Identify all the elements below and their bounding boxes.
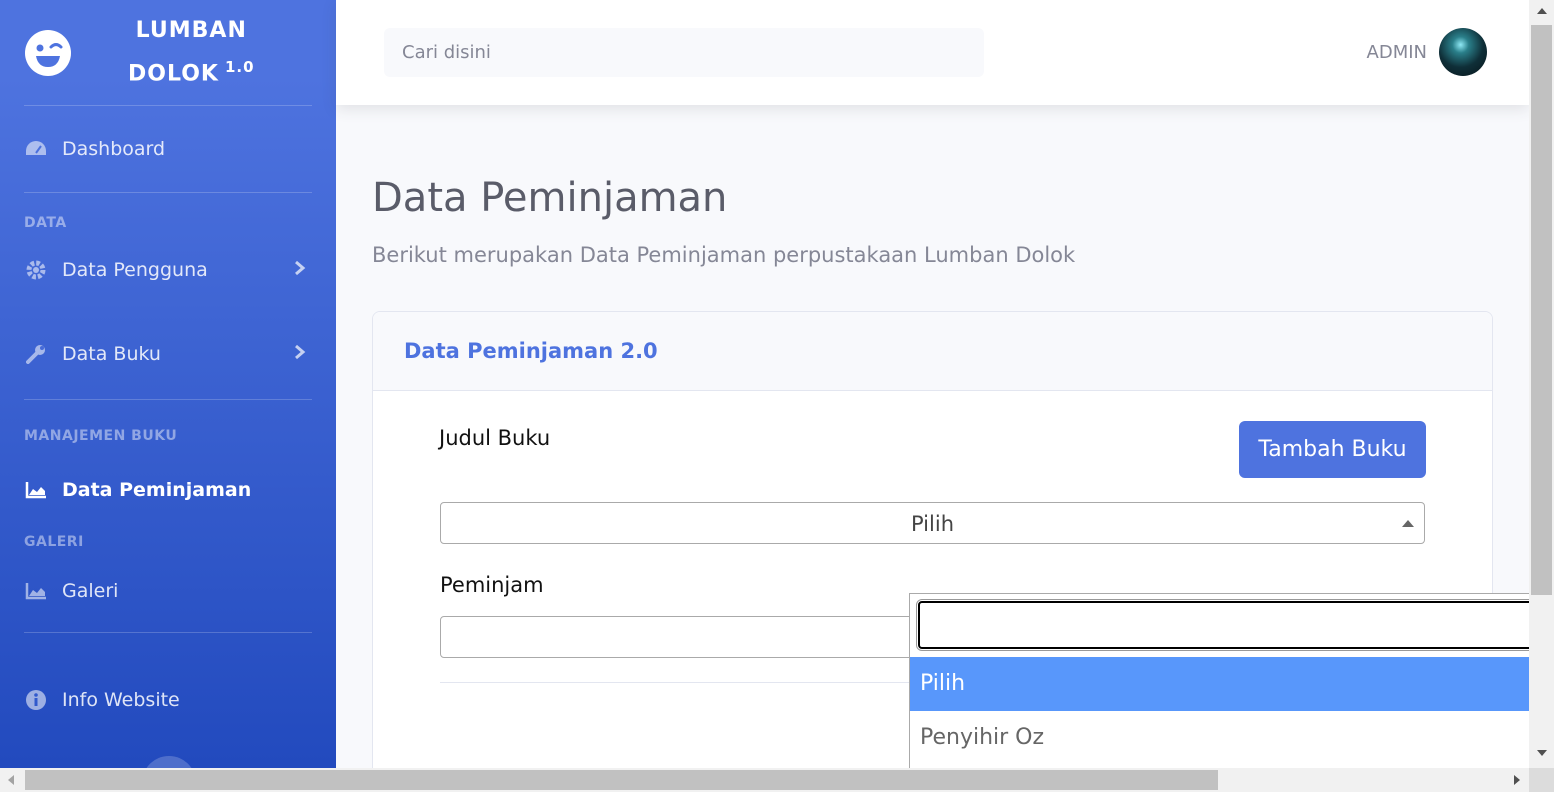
cog-icon [24,258,48,282]
chevron-right-icon [294,259,306,281]
sidebar-item-label: Data Peminjaman [62,479,252,501]
brand-name: LUMBAN DOLOK 1.0 [128,13,255,92]
tambah-buku-button[interactable]: Tambah Buku [1239,421,1426,478]
select-value: Pilih [910,512,954,536]
page-subtitle: Berikut merupakan Data Peminjaman perpus… [372,243,1076,267]
horizontal-scrollbar[interactable] [0,768,1554,792]
sidebar: LUMBAN DOLOK 1.0 Dashboard DATA Data Peng… [0,0,336,768]
scroll-right-icon[interactable] [1514,775,1520,785]
brand-line2: DOLOK [128,61,219,87]
scrollbar-corner [1529,768,1554,792]
brand-line1: LUMBAN [135,17,247,43]
judul-buku-label: Judul Buku [439,426,551,450]
caret-up-icon [1402,520,1414,527]
scroll-down-icon[interactable] [1537,750,1547,756]
area-chart-icon [24,579,48,603]
user-menu[interactable]: ADMIN [1367,28,1487,76]
laugh-wink-icon [25,29,71,76]
sidebar-item-label: Galeri [62,580,119,602]
brand-version: 1.0 [224,57,255,76]
scrollbar-thumb[interactable] [25,770,1218,790]
chevron-right-icon [294,343,306,365]
select-dropdown: Pilih Penyihir Oz [909,593,1540,768]
sidebar-item-galeri[interactable]: Galeri [0,550,336,632]
judul-buku-select[interactable]: Pilih [440,502,1425,544]
scroll-up-icon[interactable] [1537,8,1547,14]
tachometer-icon [24,137,48,161]
brand[interactable]: LUMBAN DOLOK 1.0 [0,0,336,105]
wrench-icon [24,342,48,366]
dropdown-option[interactable]: Penyihir Oz [910,711,1530,765]
sidebar-item-label: Data Buku [62,343,161,365]
sidebar-item-dashboard[interactable]: Dashboard [0,106,336,192]
vertical-scrollbar[interactable] [1529,0,1554,768]
page-title: Data Peminjaman [372,175,728,221]
sidebar-item-label: Dashboard [62,138,166,160]
user-name: ADMIN [1366,41,1427,63]
area-chart-icon [24,478,48,502]
sidebar-item-data-peminjaman[interactable]: Data Peminjaman [0,466,336,514]
sidebar-item-info-website[interactable]: Info Website [0,633,336,767]
topbar: Cari disini ADMIN [336,0,1529,105]
sidebar-heading-data: DATA [24,215,67,231]
peminjam-label: Peminjam [440,573,544,597]
card-header: Data Peminjaman 2.0 [373,312,1492,391]
info-circle-icon [24,688,48,712]
sidebar-heading-manajemen: MANAJEMEN BUKU [24,428,178,444]
avatar [1439,28,1487,76]
dropdown-search-input[interactable] [916,599,1540,651]
dropdown-option[interactable]: Pilih [910,657,1530,711]
scroll-left-icon[interactable] [8,775,14,785]
search-input[interactable]: Cari disini [384,28,984,77]
sidebar-heading-galeri: GALERI [24,534,84,550]
sidebar-item-label: Data Pengguna [62,259,208,281]
sidebar-item-label: Info Website [62,689,180,711]
sidebar-item-data-pengguna[interactable]: Data Pengguna [0,231,336,309]
scrollbar-thumb[interactable] [1531,25,1552,595]
sidebar-item-data-buku[interactable]: Data Buku [0,309,336,399]
